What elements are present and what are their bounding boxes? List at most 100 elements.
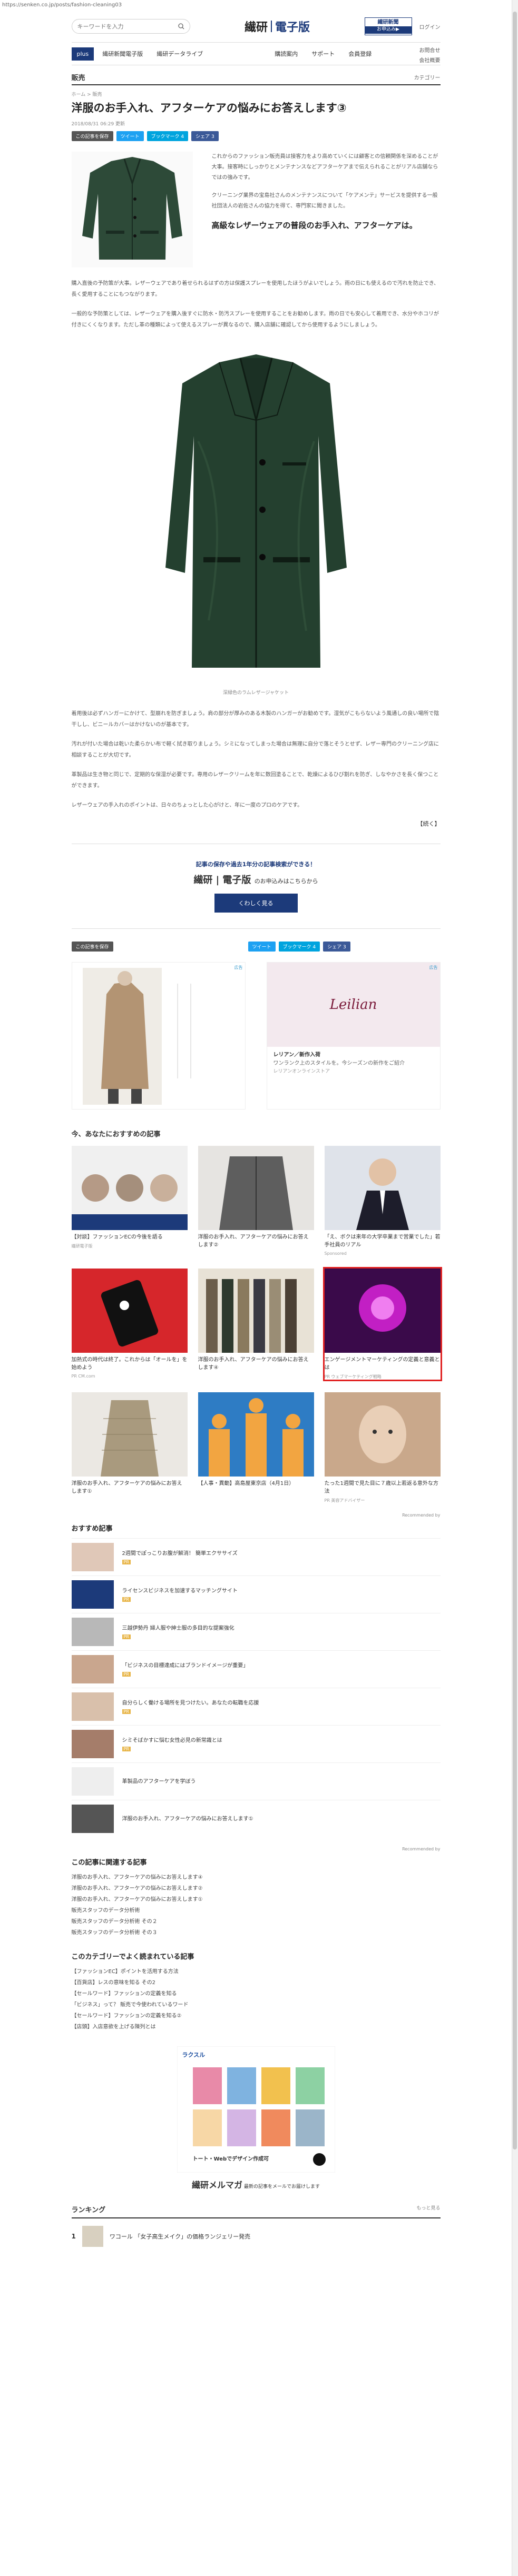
card-title: 洋服のお手入れ、アフターケアの悩みにお答えします② <box>198 1234 309 1249</box>
logo-main: 繊研 <box>244 21 268 34</box>
card-source: 繊研電子版 <box>71 1244 93 1249</box>
popular-link[interactable]: 【セールワード】ファッションの定義を知る② <box>72 2010 441 2022</box>
card-image <box>71 1269 188 1353</box>
recommend-card[interactable]: 【対談】ファッションECの今後を語る 繊研電子版 <box>71 1146 188 1256</box>
tweet-button[interactable]: ツイート <box>248 942 276 952</box>
nav-company[interactable]: 会社概要 <box>419 56 441 64</box>
nav-item-digital[interactable]: 繊研新聞電子版 <box>102 49 143 58</box>
search-icon[interactable] <box>178 23 184 29</box>
card-image <box>71 1146 188 1231</box>
list-item[interactable]: 革製品のアフターケアを学ぼう <box>71 1762 441 1800</box>
list-item[interactable]: 「ビジネスの目標達成にはブランドイメージが重要」 PR <box>71 1650 441 1688</box>
card-title: 【対談】ファッションECの今後を語る <box>71 1234 163 1241</box>
popular-link[interactable]: 【セールワード】ファッションの定義を知る <box>72 1988 441 1999</box>
subscribe-box[interactable]: 繊研新聞 お申込み▶ <box>364 17 412 35</box>
recommend-card[interactable]: 【人事・異動】高島屋東京店（4月1日） <box>198 1392 314 1503</box>
raksul-ad[interactable]: ラクスル トート・Webでデザイン作成可 <box>177 2046 335 2173</box>
ad-advertiser: レリアンオンラインストア <box>273 1069 330 1075</box>
logo-sub: 電子版 <box>275 21 310 34</box>
save-article-button[interactable]: この記事を保存 <box>71 131 113 142</box>
search-input[interactable] <box>77 23 167 30</box>
body-paragraph-6: レザーウェアの手入れのポイントは、日々のちょっとした心がけと、年に一度のプロのケ… <box>71 802 303 809</box>
nav-item-subscribe[interactable]: 購読案内 <box>275 49 298 58</box>
section-header: 販売 カテゴリー <box>71 70 441 85</box>
category-menu[interactable]: カテゴリー <box>414 73 441 81</box>
promo-logo: 繊研 | 電子版 <box>193 875 251 886</box>
popular-title: このカテゴリーでよく読まれている記事 <box>71 1953 194 1961</box>
recommend-card[interactable]: 「え、ボクは来年の大学卒業まで営業でした」若手社員のリアル Sponsored <box>324 1146 441 1256</box>
scrollbar[interactable] <box>512 0 518 2576</box>
popular-link[interactable]: 【百貨店】レスの意味を知る その2 <box>72 1977 441 1988</box>
list-item[interactable]: 洋服のお手入れ、アフターケアの悩みにお答えします① <box>71 1800 441 1837</box>
facebook-share-button[interactable]: シェア 3 <box>323 942 350 952</box>
login-link[interactable]: ログイン <box>419 23 441 31</box>
hatena-bookmark-button[interactable]: ブックマーク 4 <box>278 942 320 952</box>
ranking-thumb <box>82 2226 103 2247</box>
list-item[interactable]: ライセンスビジネスを加速するマッチングサイト PR <box>71 1576 441 1613</box>
ranking-item[interactable]: 1 ワコール 「女子高生メイク」の価格ランジェリー発売 <box>72 2226 441 2247</box>
related-link[interactable]: 販売スタッフのデータ分析術 その３ <box>72 1927 441 1938</box>
ad-row: 広告 広告 Leilian レリアン／新作入荷 ワンランク上のスタイルを。今シー… <box>71 962 441 1110</box>
related-link[interactable]: 洋服のお手入れ、アフターケアの悩みにお答えします② <box>72 1883 441 1894</box>
article-intro: これからのファッション販売員は接客力をより高めていくには顧客との信頼関係を深める… <box>71 152 441 268</box>
recommend-card[interactable]: 加熱式の時代は終了。これからは「オールを」を始めよう PR CM.com <box>71 1269 188 1380</box>
promo-more-button[interactable]: くわしく見る <box>214 894 298 913</box>
share-bar-bottom: この記事を保存 ツイート ブックマーク 4 シェア 3 <box>71 942 441 952</box>
recommended-by[interactable]: Recommended by <box>72 1847 440 1851</box>
plus-button[interactable]: plus <box>71 47 94 61</box>
related-link[interactable]: 洋服のお手入れ、アフターケアの悩みにお答えします④ <box>72 1872 441 1883</box>
list-item[interactable]: 2週間でぽっこりお腹が解消！ 簡単エクササイズ PR <box>71 1538 441 1576</box>
scrollbar-thumb[interactable] <box>513 12 517 2149</box>
recommend-card[interactable]: 洋服のお手入れ、アフターケアの悩みにお答えします④ <box>198 1269 314 1380</box>
section-heading: 高級なレザーウェアの普段のお手入れ、アフターケアは。 <box>211 221 417 231</box>
related-link[interactable]: 洋服のお手入れ、アフターケアの悩みにお答えします① <box>72 1894 441 1905</box>
divider <box>71 928 441 929</box>
ranking-title: ランキング <box>71 2206 106 2215</box>
continued-link[interactable]: 【続く】 <box>72 819 441 828</box>
ad-coat[interactable]: 広告 <box>71 962 246 1110</box>
search-box[interactable] <box>71 19 190 34</box>
popular-link[interactable]: 【店頭】入店意欲を上げる陳列とは <box>72 2022 441 2033</box>
osusume-list: 2週間でぽっこりお腹が解消！ 簡単エクササイズ PR ライセンスビジネスを加速する… <box>71 1538 441 1837</box>
list-item[interactable]: 三越伊勢丹 婦人服や紳士服の多目的な提案強化 PR <box>71 1613 441 1650</box>
nav-contact[interactable]: お問合せ <box>419 46 441 54</box>
list-item[interactable]: 自分らしく働ける場所を見つけたい。あなたの転職を応援 PR <box>71 1688 441 1725</box>
ranking-more-link[interactable]: もっと見る <box>416 2204 440 2214</box>
share-bar: この記事を保存 ツイート ブックマーク 4 シェア 3 <box>71 131 441 142</box>
hatena-bookmark-button[interactable]: ブックマーク 4 <box>146 131 189 142</box>
article-body: 購入直後の予防策が大事。レザーウェアであり着せられるはずの方は保護スプレーを使用… <box>72 278 441 828</box>
popular-link[interactable]: 「ビジネス」って？ 販売で今使われているワード <box>72 1999 441 2010</box>
tweet-button[interactable]: ツイート <box>116 131 144 142</box>
breadcrumb[interactable]: ホーム > 販売 <box>72 91 441 97</box>
site-header: 繊研 電子版 繊研新聞 お申込み▶ ログイン <box>71 11 441 42</box>
ad-leilian[interactable]: 広告 Leilian レリアン／新作入荷 ワンランク上のスタイルを。今シーズンの… <box>266 962 441 1110</box>
save-article-button[interactable]: この記事を保存 <box>71 942 113 952</box>
recommend-card[interactable]: たった1週間で見た目に７歳以上若返る意外な方法 PR 美容アドバイザー <box>324 1392 441 1503</box>
card-image <box>198 1269 314 1353</box>
site-logo[interactable]: 繊研 電子版 <box>245 18 310 35</box>
list-thumb <box>71 1730 114 1759</box>
subscribe-button[interactable]: お申込み▶ <box>365 26 412 34</box>
body-paragraph-2: 一般的な予防策としては、レザーウェアを購入後すぐに防水・防汚スプレーを使用するこ… <box>71 311 439 329</box>
mailmag-banner[interactable]: 繊研メルマガ 最新の記事をメールでお届けします <box>72 2178 441 2191</box>
nav-item-datalive[interactable]: 繊研データライブ <box>157 49 203 58</box>
card-source: PR CM.com <box>71 1374 95 1379</box>
recommend-card[interactable]: 洋服のお手入れ、アフターケアの悩みにお答えします② <box>198 1146 314 1256</box>
related-link[interactable]: 販売スタッフのデータ分析術 <box>72 1905 441 1916</box>
card-title: 洋服のお手入れ、アフターケアの悩みにお答えします④ <box>198 1357 309 1371</box>
list-item[interactable]: シミそばかすに悩む女性必見の新常識とは PR <box>71 1725 441 1762</box>
browser-url[interactable]: https://senken.co.jp/posts/fashion-clean… <box>0 0 518 11</box>
related-title: この記事に関連する記事 <box>71 1859 147 1867</box>
popular-links: 【ファッションEC】ポイントを活用する方法 【百貨店】レスの意味を知る その2 … <box>72 1966 441 2033</box>
nav-item-support[interactable]: サポート <box>311 49 335 58</box>
popular-link[interactable]: 【ファッションEC】ポイントを活用する方法 <box>72 1966 441 1977</box>
related-link[interactable]: 販売スタッフのデータ分析術 その２ <box>72 1916 441 1927</box>
list-source: PR <box>122 1747 222 1752</box>
recommend-card-ad[interactable]: エンゲージメントマーケティングの定義と意義とは PR ウェブマーケティング戦略 <box>322 1267 442 1382</box>
recommended-by[interactable]: Recommended by <box>72 1513 440 1518</box>
facebook-share-button[interactable]: シェア 3 <box>191 131 219 142</box>
card-image <box>198 1392 314 1477</box>
recommend-card[interactable]: 洋服のお手入れ、アフターケアの悩みにお答えします① <box>71 1392 188 1503</box>
card-title: たった1週間で見た目に７歳以上若返る意外な方法 <box>324 1481 438 1495</box>
nav-item-register[interactable]: 会員登録 <box>348 49 372 58</box>
